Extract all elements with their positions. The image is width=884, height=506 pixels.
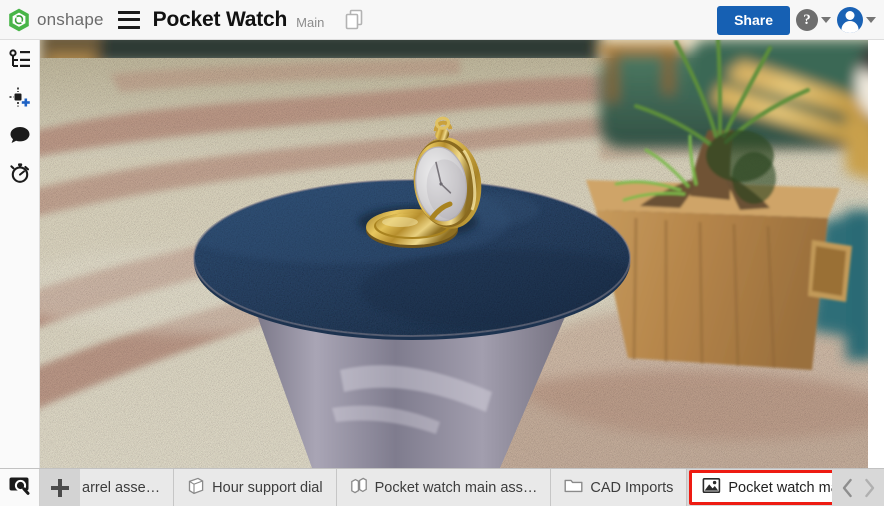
comment-icon — [9, 125, 31, 150]
stopwatch-icon — [9, 162, 31, 189]
add-tab-icon — [50, 478, 70, 498]
help-menu[interactable]: ? — [796, 9, 831, 31]
feature-tree-icon — [8, 48, 31, 74]
tab-search-button[interactable] — [0, 469, 40, 506]
add-tab-button[interactable] — [40, 469, 80, 506]
folder-icon — [564, 477, 583, 498]
header-actions: Share ? — [717, 0, 876, 40]
onshape-app-window: onshape Pocket Watch Main Share ? arrel … — [0, 0, 884, 506]
brand-name: onshape — [37, 9, 104, 29]
chevron-down-icon — [866, 17, 876, 23]
tab-label: Pocket watch main ass… — [374, 479, 538, 496]
insert-instance-icon — [8, 86, 32, 113]
chevron-left-icon[interactable] — [841, 478, 854, 498]
chevron-right-icon[interactable] — [863, 478, 876, 498]
help-circle-icon: ? — [796, 9, 818, 31]
tab-label: Hour support dial — [212, 479, 323, 496]
part-studio-icon — [187, 477, 205, 499]
sidebar-item-history[interactable] — [4, 162, 36, 188]
user-avatar-icon — [837, 7, 863, 33]
tab-pocket-watch-main-assembly-render[interactable]: Pocket watch main ass… — [689, 470, 832, 505]
page-title: Pocket Watch — [152, 7, 288, 31]
tab-barrel-assembly[interactable]: arrel asse… — [80, 469, 175, 506]
tab-pocket-watch-main-assembly[interactable]: Pocket watch main ass… — [336, 469, 552, 506]
sidebar-item-comments[interactable] — [4, 124, 36, 150]
pocket-watch-render[interactable] — [40, 40, 868, 468]
image-icon — [702, 477, 721, 498]
app-body — [0, 40, 884, 468]
tab-label: CAD Imports — [590, 479, 674, 496]
tab-bar: arrel asse… Hour support dial Pocket wat… — [0, 468, 884, 506]
onshape-logo-icon — [8, 8, 30, 32]
tab-search-icon — [8, 475, 32, 500]
tab-list: arrel asse… Hour support dial Pocket wat… — [80, 469, 832, 506]
app-header: onshape Pocket Watch Main Share ? — [0, 0, 884, 40]
graphics-viewport[interactable] — [40, 40, 884, 468]
tab-label: arrel asse… — [82, 479, 161, 496]
tab-label: Pocket watch main ass… — [728, 479, 832, 496]
assembly-icon — [350, 477, 368, 499]
left-toolbar — [0, 40, 40, 468]
sidebar-item-feature-tree[interactable] — [4, 48, 36, 74]
tab-cad-imports[interactable]: CAD Imports — [551, 469, 688, 506]
share-button[interactable]: Share — [717, 5, 790, 35]
hamburger-menu-icon[interactable] — [117, 10, 140, 29]
user-menu[interactable] — [837, 7, 876, 33]
tab-navigation — [832, 469, 884, 506]
sidebar-item-insert[interactable] — [4, 86, 36, 112]
workspace-name: Main — [296, 15, 325, 30]
tab-hour-support-dial[interactable]: Hour support dial — [174, 469, 337, 506]
chevron-down-icon — [821, 17, 831, 23]
copy-documents-icon[interactable] — [342, 8, 366, 32]
brand[interactable]: onshape — [8, 8, 104, 32]
